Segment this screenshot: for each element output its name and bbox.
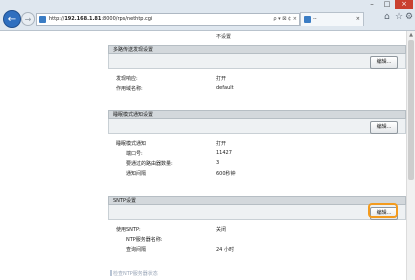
- row-label: NTP服务器名称:: [126, 237, 163, 243]
- tab-close-icon[interactable]: ×: [356, 13, 360, 26]
- tab-title: --: [313, 16, 317, 22]
- section-toolbar: [108, 119, 406, 134]
- favorites-star-icon[interactable]: ☆: [395, 12, 403, 22]
- row-value: 打开: [216, 76, 227, 82]
- row-label: 通知间隔: [126, 171, 147, 177]
- row-value: 24 小时: [216, 247, 234, 253]
- forward-arrow-icon: →: [24, 14, 32, 24]
- row-label: 要通过的路由器数量:: [126, 161, 173, 167]
- edit-button-multicast-discovery[interactable]: 编辑...: [370, 56, 398, 69]
- section-header-sleep-notification: 睡眠模式通知设置: [108, 110, 406, 119]
- edit-button-highlight: [368, 203, 398, 218]
- link-marker: [110, 270, 112, 276]
- row-value: 打开: [216, 141, 227, 147]
- tab-favicon-icon: [304, 16, 311, 23]
- window-minimize-button[interactable]: –: [365, 0, 379, 9]
- partial-row-top: 不设置: [108, 33, 408, 41]
- site-favicon-icon: [39, 16, 46, 23]
- row-label: 端口号:: [126, 151, 143, 157]
- scroll-up-arrow-icon[interactable]: ▲: [408, 32, 414, 38]
- home-icon[interactable]: ⌂: [384, 12, 390, 22]
- forward-button[interactable]: →: [21, 12, 35, 26]
- row-label: 查询间隔: [126, 247, 147, 253]
- window-maximize-button[interactable]: □: [380, 0, 394, 9]
- back-arrow-icon: ←: [7, 13, 17, 25]
- section-toolbar: [108, 205, 406, 220]
- edit-button-sleep-notification[interactable]: 编辑...: [370, 121, 398, 134]
- section-header-sntp: SNTP设置: [108, 196, 406, 205]
- row-value: 关闭: [216, 227, 227, 233]
- check-ntp-status-link[interactable]: 检查NTP服务器状态: [113, 270, 158, 277]
- address-bar[interactable]: http://192.168.1.81:8000/rps/nethtp.cgi …: [36, 13, 300, 26]
- row-label: 作用域名称:: [116, 86, 143, 92]
- settings-gear-icon[interactable]: ⚙: [405, 12, 413, 22]
- row-value: 不设置: [216, 34, 232, 40]
- browser-tab[interactable]: -- ×: [300, 12, 364, 26]
- browser-toolbar: ← → http://192.168.1.81:8000/rps/nethtp.…: [0, 0, 415, 31]
- row-label: 睡眠模式通知: [116, 141, 147, 147]
- address-tools[interactable]: ρ ▾ ⊠ ¢ ×: [273, 14, 297, 25]
- row-label: 使用SNTP:: [116, 227, 141, 233]
- row-value: 11427: [216, 150, 232, 156]
- section-header-multicast-discovery: 多路传送发现设置: [108, 45, 406, 54]
- back-button[interactable]: ←: [3, 10, 21, 28]
- section-toolbar: [108, 54, 406, 69]
- scrollbar-thumb[interactable]: [408, 40, 414, 180]
- row-value: 3: [216, 160, 220, 166]
- address-url[interactable]: http://192.168.1.81:8000/rps/nethtp.cgi: [49, 14, 152, 25]
- row-label: 发现响应:: [116, 76, 138, 82]
- row-value: 600秒钟: [216, 171, 236, 177]
- row-value: default: [216, 85, 234, 91]
- window-close-button[interactable]: ×: [395, 0, 413, 9]
